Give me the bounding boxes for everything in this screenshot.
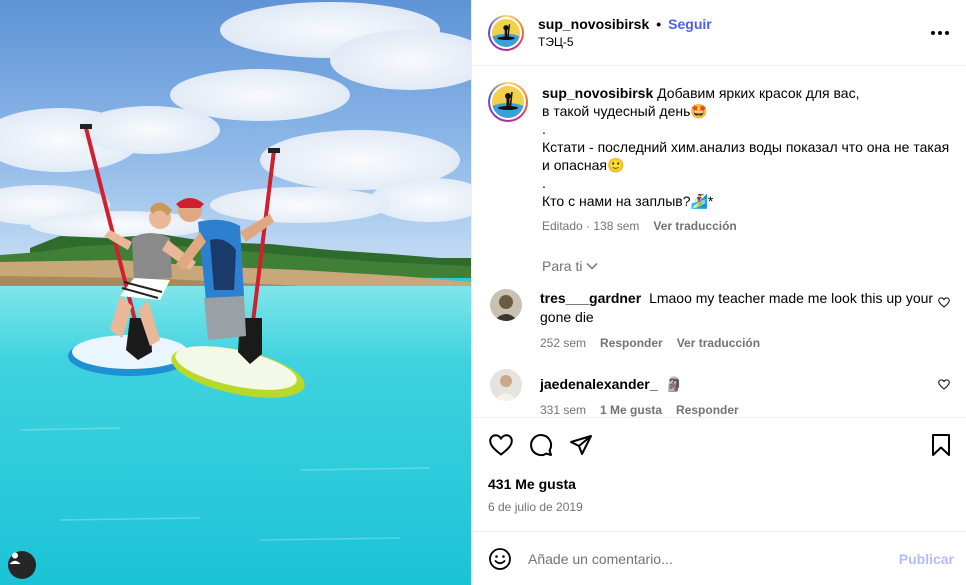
author-avatar[interactable] <box>488 14 524 51</box>
comment-icon[interactable] <box>528 432 554 458</box>
translate-link[interactable]: Ver traducción <box>677 334 760 353</box>
comment-text: 🗿 <box>665 376 683 392</box>
likes-count[interactable]: 431 Me gusta <box>488 476 954 492</box>
reply-link[interactable]: Responder <box>676 401 739 417</box>
emoji-icon[interactable] <box>488 547 512 571</box>
caption-text: sup_novosibirsk Добавим ярких красок для… <box>542 82 950 275</box>
para-ti-filter[interactable]: Para ti <box>542 257 950 275</box>
comment-heart-icon[interactable] <box>934 297 950 308</box>
commenter-avatar[interactable] <box>490 289 522 321</box>
comment-item: tres___gardner Lmaoo my teacher made me … <box>488 289 950 353</box>
comments-list[interactable]: sup_novosibirsk Добавим ярких красок для… <box>472 66 966 417</box>
caption-username[interactable]: sup_novosibirsk <box>542 85 653 101</box>
paper-plane-icon[interactable] <box>568 432 594 458</box>
caption-time: Editado · 138 sem <box>542 219 640 233</box>
post-photo[interactable] <box>0 0 471 585</box>
comment-time: 252 sem <box>540 336 587 350</box>
caption-line-5: . <box>542 175 546 191</box>
caption-translate-link[interactable]: Ver traducción <box>653 217 736 235</box>
caption-avatar[interactable] <box>488 82 528 122</box>
caption-line-4: Кстати - последний хим.анализ воды показ… <box>542 139 950 173</box>
follow-button[interactable]: Seguir <box>668 16 712 32</box>
comment-likes[interactable]: 1 Me gusta <box>600 401 662 417</box>
comment-heart-icon[interactable] <box>934 379 950 390</box>
publish-button[interactable]: Publicar <box>899 551 954 567</box>
photo-illustration <box>0 0 471 585</box>
comment-username[interactable]: tres___gardner <box>540 290 641 306</box>
chevron-down-icon <box>586 262 598 270</box>
para-ti-label: Para ti <box>542 258 583 274</box>
post-actions: 431 Me gusta 6 de julio de 2019 <box>472 417 966 531</box>
caption-line-6: Кто с нами на заплыв?🏄‍♀️* <box>542 193 714 209</box>
caption-line-3: . <box>542 121 546 137</box>
post-date: 6 de julio de 2019 <box>488 500 583 514</box>
author-username[interactable]: sup_novosibirsk <box>538 16 649 32</box>
comment-item: jaedenalexander_ 🗿 331 sem 1 Me gusta Re… <box>488 369 950 417</box>
sup-logo-icon <box>492 86 524 118</box>
separator-dot: • <box>656 16 662 32</box>
user-tag-icon[interactable] <box>8 551 36 579</box>
heart-icon[interactable] <box>488 432 514 458</box>
instagram-post-modal: sup_novosibirsk • Seguir ТЭЦ-5 sup_novos… <box>0 0 966 585</box>
sup-logo-icon <box>492 18 520 47</box>
post-location[interactable]: ТЭЦ-5 <box>538 35 928 49</box>
reply-link[interactable]: Responder <box>600 334 663 353</box>
post-side-panel: sup_novosibirsk • Seguir ТЭЦ-5 sup_novos… <box>471 0 966 585</box>
comment-input[interactable] <box>528 550 899 567</box>
comment-username[interactable]: jaedenalexander_ <box>540 376 658 392</box>
caption-line-1: Добавим ярких красок для вас, <box>657 85 860 101</box>
commenter-avatar[interactable] <box>490 369 522 401</box>
more-options-icon[interactable] <box>928 21 952 45</box>
caption-line-2: в такой чудесный день🤩 <box>542 103 708 119</box>
bookmark-icon[interactable] <box>928 432 954 458</box>
comment-time: 331 sem <box>540 403 587 417</box>
add-comment-bar: Publicar <box>472 531 966 585</box>
caption: sup_novosibirsk Добавим ярких красок для… <box>488 82 950 275</box>
post-header: sup_novosibirsk • Seguir ТЭЦ-5 <box>472 0 966 66</box>
